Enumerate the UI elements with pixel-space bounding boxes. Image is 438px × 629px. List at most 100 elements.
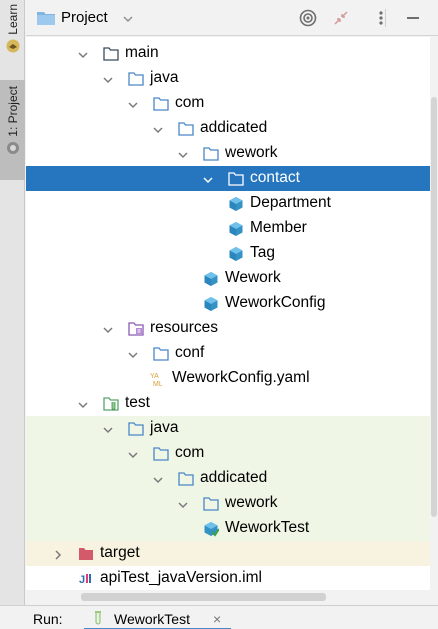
tree-row-addicated[interactable]: addicated — [26, 116, 430, 141]
tree-row-resources[interactable]: resources — [26, 316, 430, 341]
tree-row-label: WeworkConfig.yaml — [172, 369, 310, 386]
package-icon — [178, 471, 194, 486]
project-tree: main java com addicated wework contact Departm… — [26, 37, 438, 590]
chevron-down-icon[interactable] — [127, 348, 139, 360]
tree-row-wework[interactable]: Wework — [26, 266, 430, 291]
chevron-down-icon[interactable] — [102, 423, 114, 435]
tree-row-apitest-javaversion-iml[interactable]: JapiTest_javaVersion.iml — [26, 566, 430, 590]
yaml-file-icon: YA ML — [150, 371, 166, 388]
tree-row-main[interactable]: main — [26, 41, 430, 66]
vertical-scrollbar-thumb[interactable] — [431, 97, 437, 517]
tree-row-department[interactable]: Department — [26, 191, 430, 216]
tree-row-member[interactable]: Member — [26, 216, 430, 241]
tree-row-label: conf — [175, 344, 205, 361]
chevron-down-icon[interactable] — [102, 73, 114, 85]
minimize-icon[interactable] — [404, 9, 422, 27]
test-tube-icon — [92, 611, 104, 625]
close-icon[interactable]: × — [213, 611, 221, 627]
tree-row-label: java — [150, 69, 179, 86]
tree-row-weworktest[interactable]: WeworkTest — [26, 516, 430, 541]
chevron-down-icon[interactable] — [77, 48, 89, 60]
project-tool-label: 1: Project — [5, 86, 20, 137]
tree-row-test[interactable]: test — [26, 391, 430, 416]
run-tool-bar: Run: WeworkTest × — [0, 605, 438, 629]
tree-row-label: Tag — [250, 244, 275, 261]
tree-row-target[interactable]: target — [26, 541, 430, 566]
tree-row-contact[interactable]: contact — [26, 166, 430, 191]
tree-row-conf[interactable]: conf — [26, 341, 430, 366]
horizontal-scrollbar-thumb[interactable] — [81, 593, 326, 601]
tree-row-label: addicated — [200, 469, 268, 486]
vertical-scrollbar[interactable] — [430, 37, 438, 590]
iml-file-icon: J — [78, 571, 94, 586]
more-options-icon[interactable] — [372, 9, 390, 27]
chevron-down-icon[interactable] — [177, 148, 189, 160]
chevron-down-icon[interactable] — [102, 323, 114, 335]
horizontal-scrollbar[interactable] — [26, 590, 438, 604]
tool-window-strip: Learn 1: Project — [0, 0, 25, 605]
class-icon — [228, 221, 244, 236]
chevron-down-icon[interactable] — [177, 498, 189, 510]
learn-tool-button[interactable]: Learn — [0, 4, 25, 72]
tree-row-com[interactable]: com — [26, 91, 430, 116]
tree-row-label: apiTest_javaVersion.iml — [100, 569, 262, 586]
folder-icon — [103, 46, 119, 61]
tree-row-com[interactable]: com — [26, 441, 430, 466]
class-icon — [203, 296, 219, 311]
class-icon — [203, 271, 219, 286]
svg-text:ML: ML — [153, 381, 163, 387]
tree-row-label: contact — [250, 169, 300, 186]
package-icon — [153, 96, 169, 111]
tree-row-addicated[interactable]: addicated — [26, 466, 430, 491]
tree-row-weworkconfig[interactable]: WeworkConfig — [26, 291, 430, 316]
svg-text:YA: YA — [150, 373, 159, 380]
project-header: Project — [26, 0, 438, 36]
project-view-title[interactable]: Project — [61, 9, 108, 26]
run-label: Run: — [33, 611, 63, 627]
class-icon — [228, 196, 244, 211]
chevron-down-icon[interactable] — [152, 473, 164, 485]
tree-row-label: wework — [225, 144, 278, 161]
tree-row-label: com — [175, 94, 205, 111]
learn-label: Learn — [5, 4, 20, 35]
test-folder-icon — [103, 396, 119, 411]
test-source-folder-icon — [128, 421, 144, 436]
tree-row-wework[interactable]: wework — [26, 141, 430, 166]
chevron-down-icon[interactable] — [152, 123, 164, 135]
chevron-down-icon[interactable] — [122, 12, 134, 24]
project-tool-icon — [6, 141, 20, 159]
learn-icon — [6, 39, 20, 57]
package-icon — [153, 446, 169, 461]
run-config-tab[interactable]: WeworkTest — [114, 611, 190, 627]
tree-row-label: java — [150, 419, 179, 436]
chevron-down-icon[interactable] — [202, 173, 214, 185]
package-icon — [178, 121, 194, 136]
collapse-all-icon[interactable] — [332, 9, 350, 27]
package-icon — [228, 171, 244, 186]
tree-row-label: main — [125, 44, 159, 61]
tree-row-java[interactable]: java — [26, 416, 430, 441]
resources-folder-icon — [128, 321, 144, 336]
tree-row-label: addicated — [200, 119, 268, 136]
tree-row-label: Member — [250, 219, 307, 236]
locate-target-icon[interactable] — [299, 9, 317, 27]
tree-row-tag[interactable]: Tag — [26, 241, 430, 266]
chevron-down-icon[interactable] — [127, 98, 139, 110]
package-icon — [203, 496, 219, 511]
chevron-right-icon[interactable] — [52, 548, 64, 560]
tree-row-label: WeworkTest — [225, 519, 310, 536]
svg-text:J: J — [79, 574, 85, 586]
tree-row-java[interactable]: java — [26, 66, 430, 91]
tree-row-label: target — [100, 544, 140, 561]
tree-row-label: test — [125, 394, 150, 411]
tree-row-label: com — [175, 444, 205, 461]
chevron-down-icon[interactable] — [127, 448, 139, 460]
chevron-down-icon[interactable] — [77, 398, 89, 410]
package-icon — [153, 346, 169, 361]
tree-row-wework[interactable]: wework — [26, 491, 430, 516]
tree-row-weworkconfig-yaml[interactable]: YA ML WeworkConfig.yaml — [26, 366, 430, 391]
class-icon — [228, 246, 244, 261]
package-icon — [203, 146, 219, 161]
tree-row-label: resources — [150, 319, 219, 336]
project-tool-button[interactable]: 1: Project — [0, 80, 25, 180]
